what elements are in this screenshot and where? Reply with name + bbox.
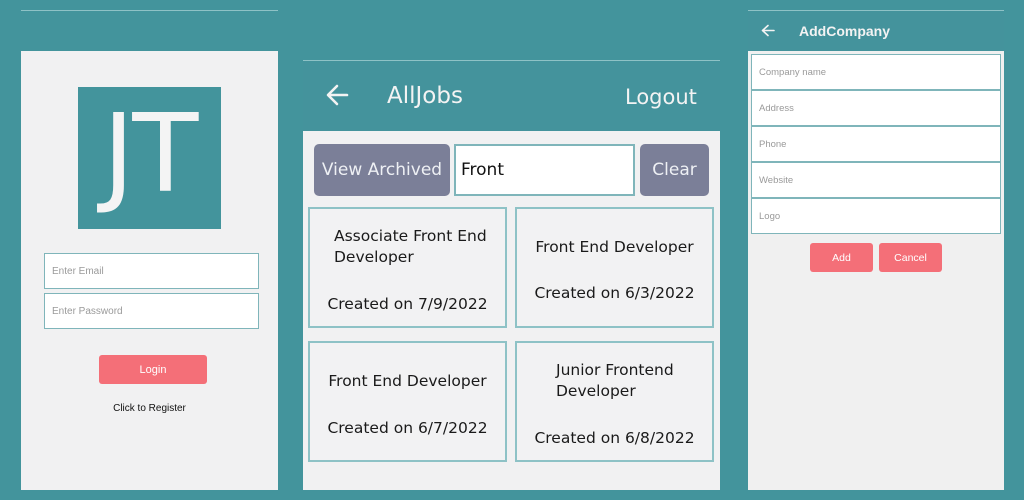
job-date: Created on 6/8/2022 bbox=[534, 429, 695, 447]
field-placeholder: Website bbox=[759, 174, 794, 186]
page-title: AddCompany bbox=[799, 23, 890, 39]
job-card[interactable]: Junior Frontend Developer Created on 6/8… bbox=[515, 341, 714, 462]
job-card[interactable]: Front End Developer Created on 6/3/2022 bbox=[515, 207, 714, 328]
address-field[interactable]: Address bbox=[751, 90, 1001, 126]
back-arrow-icon[interactable] bbox=[325, 81, 349, 109]
job-title-line: Developer bbox=[556, 382, 636, 400]
job-title-line: Junior Frontend bbox=[556, 361, 674, 379]
job-title: Front End Developer bbox=[310, 371, 505, 392]
clear-button[interactable]: Clear bbox=[640, 144, 709, 196]
job-card[interactable]: Associate Front End Developer Created on… bbox=[308, 207, 507, 328]
search-input[interactable]: Front bbox=[454, 144, 635, 196]
field-placeholder: Company name bbox=[759, 66, 827, 78]
company-name-field[interactable]: Company name bbox=[751, 54, 1001, 90]
field-placeholder: Logo bbox=[759, 210, 781, 222]
app-bar: AllJobs Logout bbox=[303, 61, 720, 131]
email-placeholder: Enter Email bbox=[52, 265, 104, 277]
login-body: JT Enter Email Enter Password Login Clic… bbox=[21, 51, 278, 490]
job-date: Created on 7/9/2022 bbox=[327, 295, 488, 313]
job-title-line: Front End Developer bbox=[535, 238, 694, 256]
field-placeholder: Phone bbox=[759, 138, 787, 150]
add-company-screen: AddCompany Company name Address Phone We… bbox=[748, 10, 1004, 490]
email-field[interactable]: Enter Email bbox=[44, 253, 259, 289]
job-title: Front End Developer bbox=[517, 237, 712, 258]
job-title-line: Developer bbox=[334, 248, 414, 266]
job-date: Created on 6/7/2022 bbox=[327, 419, 488, 437]
all-jobs-screen: AllJobs Logout View Archived Front Clear… bbox=[303, 60, 720, 490]
phone-field[interactable]: Phone bbox=[751, 126, 1001, 162]
website-field[interactable]: Website bbox=[751, 162, 1001, 198]
job-title: Junior Frontend Developer bbox=[517, 360, 712, 402]
job-title-line: Front End Developer bbox=[328, 372, 487, 390]
logo-text: JT bbox=[102, 92, 199, 217]
job-title: Associate Front End Developer bbox=[310, 226, 505, 268]
add-button[interactable]: Add bbox=[810, 243, 873, 272]
field-placeholder: Address bbox=[759, 102, 794, 114]
logout-button[interactable]: Logout bbox=[625, 85, 697, 109]
login-button[interactable]: Login bbox=[99, 355, 207, 384]
view-archived-button[interactable]: View Archived bbox=[314, 144, 450, 196]
login-screen: JT Enter Email Enter Password Login Clic… bbox=[21, 10, 278, 490]
search-value: Front bbox=[461, 160, 504, 180]
job-title-line: Associate Front End bbox=[334, 227, 487, 245]
password-placeholder: Enter Password bbox=[52, 305, 123, 317]
page-title: AllJobs bbox=[387, 83, 463, 109]
password-field[interactable]: Enter Password bbox=[44, 293, 259, 329]
job-date: Created on 6/3/2022 bbox=[534, 284, 695, 302]
job-card[interactable]: Front End Developer Created on 6/7/2022 bbox=[308, 341, 507, 462]
cancel-button[interactable]: Cancel bbox=[879, 243, 942, 272]
back-arrow-icon[interactable] bbox=[761, 24, 775, 37]
app-logo: JT bbox=[78, 87, 221, 229]
register-link[interactable]: Click to Register bbox=[21, 403, 278, 414]
app-bar: AddCompany bbox=[748, 11, 1004, 51]
logo-field[interactable]: Logo bbox=[751, 198, 1001, 234]
